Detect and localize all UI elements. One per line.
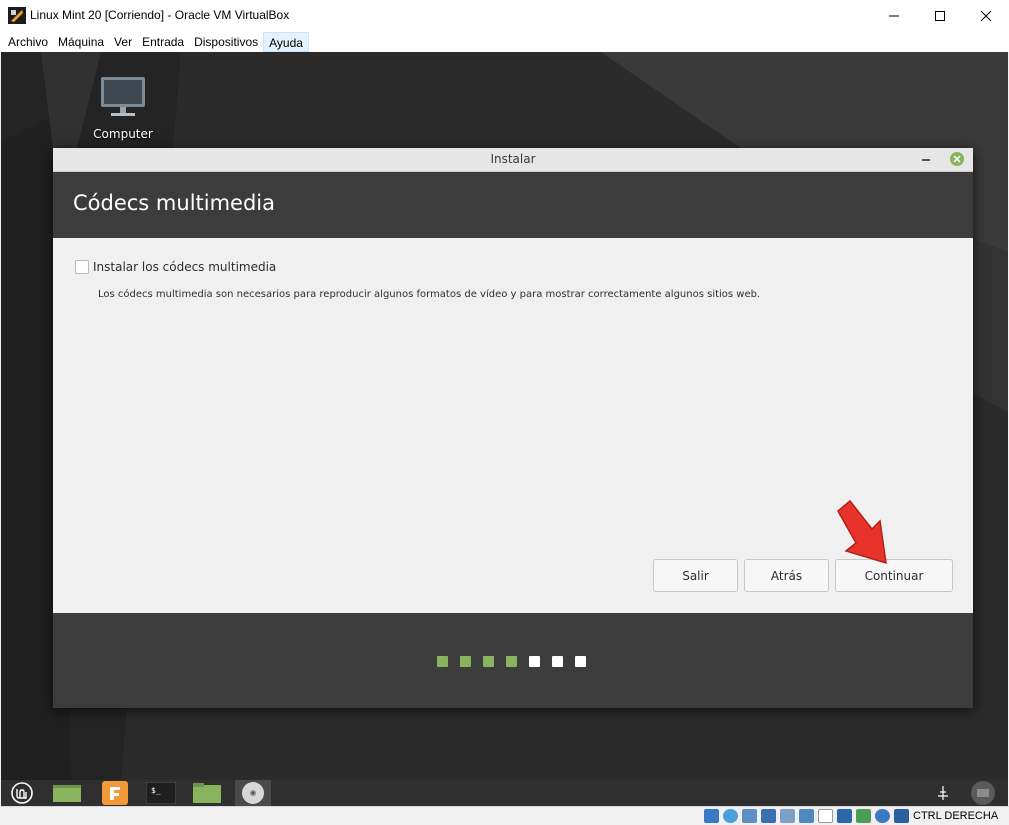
hard-disk-icon[interactable] bbox=[704, 809, 719, 823]
virtualbox-app-icon bbox=[8, 7, 26, 24]
minimize-icon bbox=[889, 15, 899, 16]
page-title: Códecs multimedia bbox=[73, 191, 276, 215]
progress-steps bbox=[437, 656, 598, 667]
annotation-arrow-icon bbox=[837, 499, 887, 565]
close-window-button[interactable] bbox=[963, 0, 1009, 31]
folder-icon bbox=[193, 783, 221, 803]
close-icon bbox=[980, 10, 992, 21]
video-capture-icon[interactable] bbox=[837, 809, 852, 823]
host-key-label: CTRL DERECHA bbox=[913, 810, 999, 822]
window-titlebar[interactable]: Linux Mint 20 [Corriendo] - Oracle VM Vi… bbox=[0, 0, 1009, 31]
progress-step-done bbox=[506, 656, 517, 667]
progress-step-pending bbox=[575, 656, 586, 667]
menu-ayuda[interactable]: Ayuda bbox=[263, 31, 309, 52]
progress-step-done bbox=[460, 656, 471, 667]
mint-menu-button[interactable] bbox=[4, 780, 40, 806]
show-desktop-button[interactable] bbox=[49, 780, 85, 806]
disc-icon bbox=[242, 782, 264, 804]
menu-archivo[interactable]: Archivo bbox=[3, 32, 53, 52]
network-tray[interactable] bbox=[933, 780, 953, 806]
computer-icon bbox=[101, 77, 145, 116]
terminal-launcher[interactable]: $_ bbox=[143, 780, 179, 806]
window-title: Linux Mint 20 [Corriendo] - Oracle VM Vi… bbox=[30, 8, 290, 22]
codecs-description: Los códecs multimedia son necesarios par… bbox=[98, 289, 761, 300]
usb-icon[interactable] bbox=[780, 809, 795, 823]
progress-step-pending bbox=[529, 656, 540, 667]
dialog-title: Instalar bbox=[490, 152, 536, 166]
desktop-folder-icon bbox=[53, 785, 81, 802]
installer-taskbar-item[interactable] bbox=[235, 780, 271, 806]
guest-taskbar: $_ bbox=[1, 780, 1008, 806]
linux-mint-logo-icon bbox=[11, 782, 33, 804]
firefox-launcher[interactable] bbox=[97, 780, 133, 806]
installer-dialog: Instalar Códecs multimedia Instalar los … bbox=[53, 148, 973, 708]
quit-button[interactable]: Salir bbox=[653, 559, 738, 592]
keyboard-icon[interactable] bbox=[894, 809, 909, 823]
install-codecs-label[interactable]: Instalar los códecs multimedia bbox=[93, 260, 276, 274]
watermark-icon bbox=[971, 781, 995, 805]
menu-dispositivos[interactable]: Dispositivos bbox=[189, 32, 263, 52]
back-button[interactable]: Atrás bbox=[744, 559, 829, 592]
svg-text:$_: $_ bbox=[151, 786, 161, 795]
dialog-footer bbox=[53, 613, 973, 708]
dialog-header: Códecs multimedia bbox=[53, 172, 973, 238]
menu-ver[interactable]: Ver bbox=[109, 32, 137, 52]
firefox-icon bbox=[102, 781, 128, 805]
maximize-button[interactable] bbox=[917, 0, 963, 31]
progress-step-done bbox=[483, 656, 494, 667]
files-launcher[interactable] bbox=[189, 780, 225, 806]
progress-step-pending bbox=[552, 656, 563, 667]
virtualbox-window: Linux Mint 20 [Corriendo] - Oracle VM Vi… bbox=[0, 0, 1009, 825]
dialog-close-button[interactable] bbox=[950, 152, 964, 166]
desktop-icon-computer[interactable]: Computer bbox=[87, 77, 159, 141]
menubar: Archivo Máquina Ver Entrada Dispositivos… bbox=[0, 31, 1009, 52]
menu-entrada[interactable]: Entrada bbox=[137, 32, 189, 52]
maximize-icon bbox=[935, 10, 945, 21]
optical-drive-icon[interactable] bbox=[723, 809, 738, 823]
menu-maquina[interactable]: Máquina bbox=[53, 32, 109, 52]
mouse-integration-icon[interactable] bbox=[875, 809, 890, 823]
dialog-titlebar[interactable]: Instalar bbox=[53, 148, 973, 172]
vbox-statusbar: CTRL DERECHA bbox=[0, 806, 1009, 825]
status-icons bbox=[704, 809, 913, 823]
install-codecs-checkbox[interactable] bbox=[75, 260, 89, 274]
progress-step-done bbox=[437, 656, 448, 667]
audio-icon[interactable] bbox=[742, 809, 757, 823]
minimize-button[interactable] bbox=[871, 0, 917, 31]
shared-folders-icon[interactable] bbox=[799, 809, 814, 823]
terminal-icon: $_ bbox=[146, 782, 176, 804]
desktop-icon-label: Computer bbox=[93, 127, 153, 141]
network-adapter-icon[interactable] bbox=[761, 809, 776, 823]
watermark-logo bbox=[961, 780, 1005, 806]
codecs-checkbox-row[interactable]: Instalar los códecs multimedia bbox=[75, 260, 276, 274]
display-icon[interactable] bbox=[818, 809, 833, 823]
network-icon bbox=[938, 786, 948, 800]
virtualization-icon[interactable] bbox=[856, 809, 871, 823]
dialog-minimize-icon[interactable] bbox=[919, 152, 933, 166]
close-icon bbox=[953, 155, 961, 163]
